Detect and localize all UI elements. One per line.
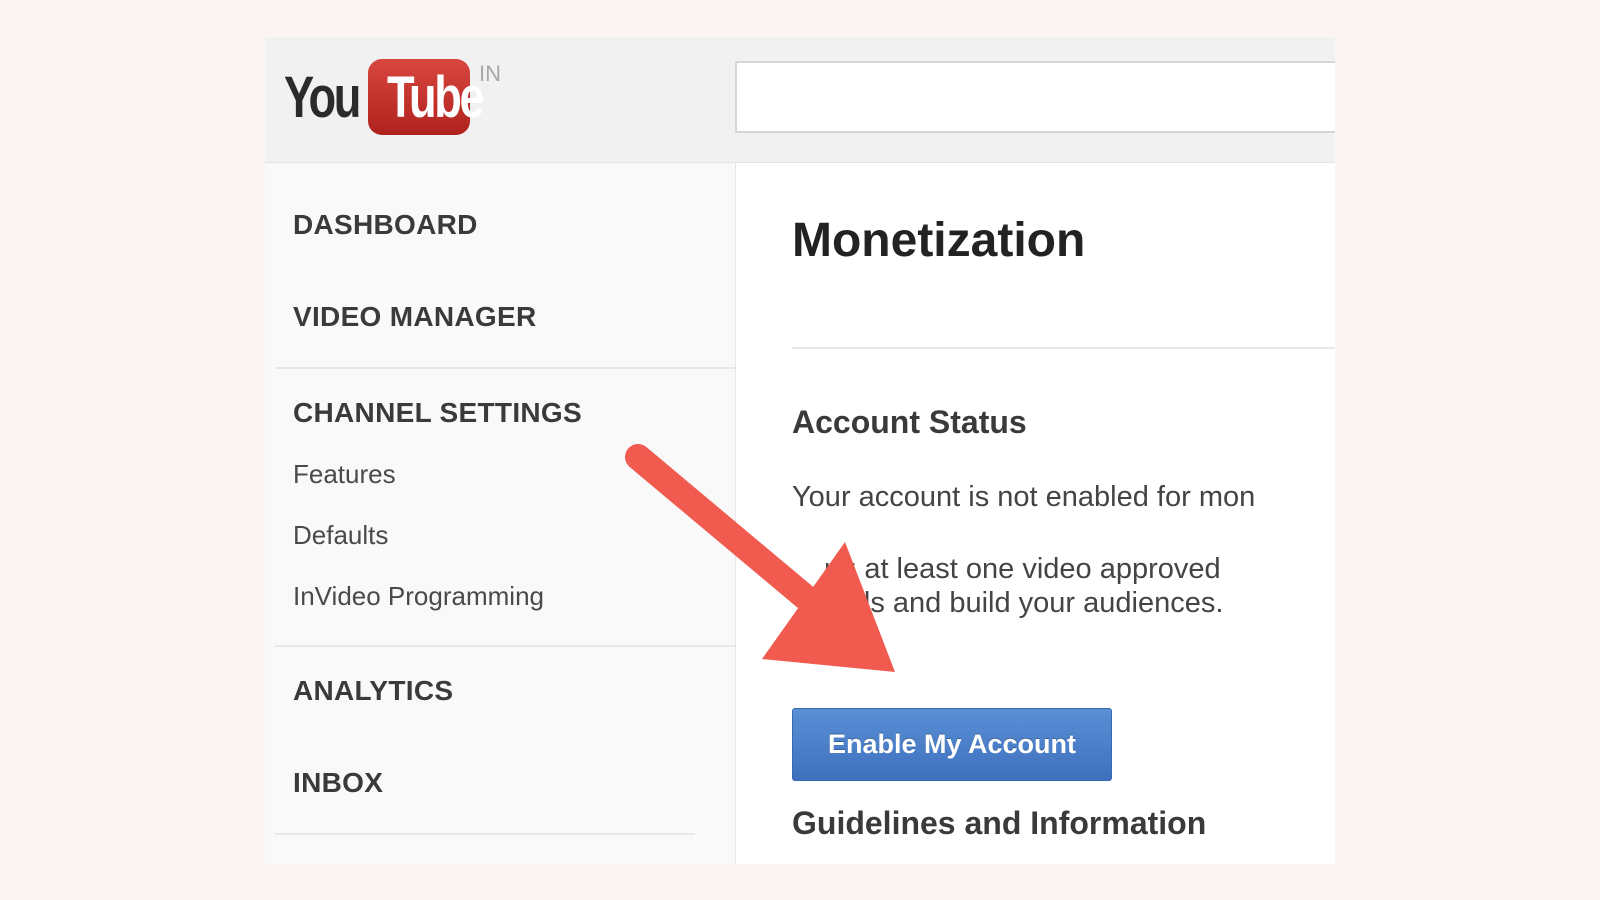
sidebar-subitem-features[interactable]: Features bbox=[293, 459, 396, 490]
sidebar-subitem-defaults[interactable]: Defaults bbox=[293, 520, 388, 551]
sidebar-group-channel-settings: CHANNEL SETTINGS Features Defaults InVid… bbox=[275, 369, 735, 647]
title-divider bbox=[792, 347, 1335, 349]
sidebar-subitem-invideo-programming[interactable]: InVideo Programming bbox=[293, 581, 544, 612]
sidebar-item-inbox[interactable]: INBOX bbox=[293, 767, 383, 799]
eligibility-text-line-2: skills and build your audiences. bbox=[822, 587, 1224, 619]
page-title: Monetization bbox=[792, 214, 1086, 267]
logo-region-label: IN bbox=[479, 61, 501, 86]
sidebar-item-analytics[interactable]: ANALYTICS bbox=[293, 675, 453, 707]
account-status-text: Your account is not enabled for mon bbox=[792, 481, 1256, 513]
sidebar-item-channel-settings[interactable]: CHANNEL SETTINGS bbox=[293, 397, 582, 429]
sidebar-group-main: DASHBOARD VIDEO MANAGER bbox=[275, 163, 735, 369]
search-input[interactable] bbox=[735, 61, 1335, 133]
youtube-logo[interactable]: You Tube bbox=[284, 57, 485, 137]
sidebar-item-video-manager[interactable]: VIDEO MANAGER bbox=[293, 301, 536, 333]
logo-tube-badge: Tube bbox=[368, 59, 485, 135]
logo-you-text: You bbox=[284, 64, 361, 130]
sidebar-item-dashboard[interactable]: DASHBOARD bbox=[293, 209, 478, 241]
logo-tube-text: Tube bbox=[387, 64, 485, 130]
sidebar: DASHBOARD VIDEO MANAGER CHANNEL SETTINGS… bbox=[265, 163, 736, 864]
main-content: Monetization Account Status Your account… bbox=[736, 163, 1335, 864]
youtube-creator-screenshot: You Tube IN DASHBOARD VIDEO MANAGER CHAN… bbox=[265, 37, 1335, 864]
enable-my-account-button[interactable]: Enable My Account bbox=[792, 708, 1112, 781]
sidebar-group-secondary: ANALYTICS INBOX bbox=[275, 647, 695, 835]
account-status-heading: Account Status bbox=[792, 404, 1027, 440]
header: You Tube IN bbox=[265, 37, 1335, 163]
eligibility-text-line-1: ng at least one video approved bbox=[824, 553, 1221, 585]
guidelines-heading: Guidelines and Information bbox=[792, 805, 1207, 841]
